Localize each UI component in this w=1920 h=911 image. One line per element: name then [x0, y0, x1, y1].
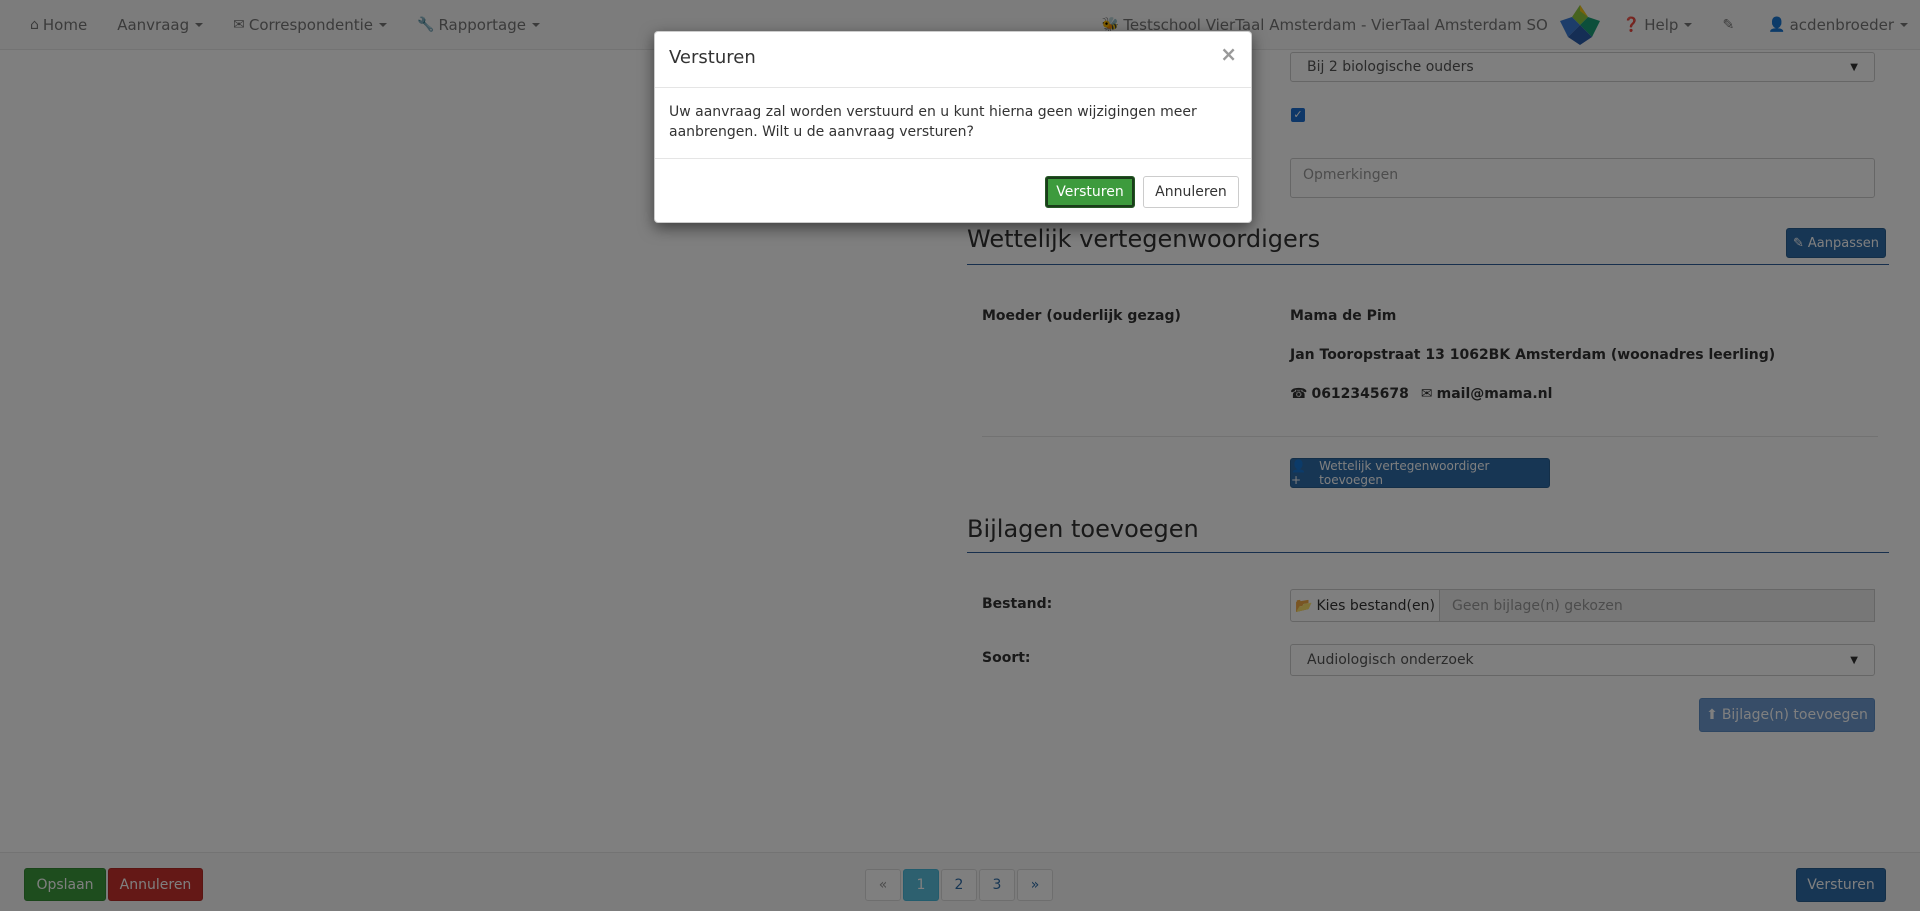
modal-body: Uw aanvraag zal worden verstuurd en u ku… [669, 104, 1197, 140]
modal-header: Versturen × [655, 32, 1251, 88]
modal-title: Versturen [669, 47, 756, 68]
send-confirm-modal: Versturen × Uw aanvraag zal worden verst… [654, 31, 1252, 223]
close-icon[interactable]: × [1220, 44, 1237, 64]
modal-cancel-button[interactable]: Annuleren [1143, 176, 1239, 208]
modal-footer: Versturen Annuleren [655, 158, 1251, 222]
modal-confirm-button[interactable]: Versturen [1045, 176, 1135, 208]
